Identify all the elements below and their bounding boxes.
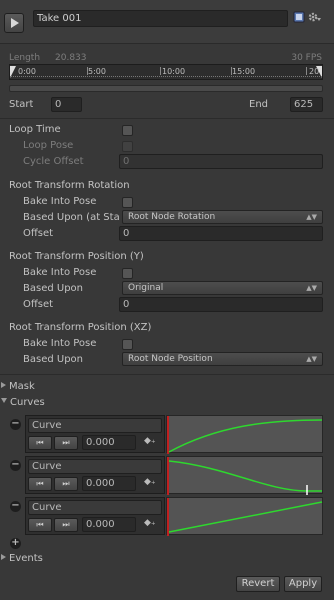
cycle-offset-label: Cycle Offset — [23, 156, 84, 167]
curve-value-field[interactable]: 0.000 — [82, 517, 136, 532]
position-y-offset-label: Offset — [23, 299, 54, 310]
end-label: End — [249, 99, 269, 110]
dropdown-arrow-icon: ▲▼ — [306, 355, 317, 363]
play-button[interactable] — [4, 13, 24, 33]
add-key-icon[interactable]: ◆₊ — [144, 436, 156, 446]
tick-divider — [87, 67, 88, 75]
curves-foldout[interactable]: Curves — [1, 397, 45, 408]
position-xz-based-upon-label: Based Upon — [23, 354, 83, 365]
curve-name-field[interactable]: Curve — [28, 459, 162, 474]
position-xz-based-upon-dropdown[interactable]: Root Node Position ▲▼ — [122, 352, 323, 366]
rotation-offset-label: Offset — [23, 228, 54, 239]
curve-preview[interactable] — [166, 456, 323, 495]
next-key-button[interactable]: ⏭ — [54, 436, 78, 450]
settings-gear-icon[interactable] — [307, 11, 321, 23]
position-y-bake-label: Bake Into Pose — [23, 267, 97, 278]
position-y-based-upon-label: Based Upon — [23, 283, 83, 294]
rotation-bake-label: Bake Into Pose — [23, 196, 97, 207]
position-y-bake-checkbox[interactable] — [122, 268, 133, 279]
root-position-y-title: Root Transform Position (Y) — [9, 251, 144, 262]
next-key-button[interactable]: ⏭ — [54, 518, 78, 532]
timeline-ruler[interactable]: 0:00 5:00 10:00 15:00 20 — [9, 64, 323, 80]
end-field[interactable]: 625 — [290, 97, 323, 112]
next-key-button[interactable]: ⏭ — [54, 477, 78, 491]
prev-key-button[interactable]: ⏮ — [28, 518, 52, 532]
tick-divider — [231, 67, 232, 75]
mask-foldout[interactable]: Mask — [1, 381, 35, 392]
rotation-based-upon-label: Based Upon (at Sta — [23, 212, 120, 223]
curve-name-field[interactable]: Curve — [28, 500, 162, 515]
divider — [0, 374, 334, 375]
position-xz-based-upon-value: Root Node Position — [128, 354, 213, 364]
apply-button[interactable]: Apply — [284, 576, 322, 592]
tick-label: 10:00 — [162, 67, 186, 76]
tick-divider — [160, 67, 161, 75]
curve-value-field[interactable]: 0.000 — [82, 476, 136, 491]
curve-line-graph — [167, 416, 323, 454]
loop-pose-checkbox[interactable] — [122, 141, 133, 152]
curve-value-field[interactable]: 0.000 — [82, 435, 136, 450]
root-position-xz-title: Root Transform Position (XZ) — [9, 322, 152, 333]
dropdown-arrow-icon: ▲▼ — [306, 213, 317, 221]
add-curve-button[interactable]: + — [10, 538, 21, 549]
curve-row: Curve ⏮ ⏭ 0.000 ◆₊ — [25, 456, 165, 494]
remove-curve-button[interactable]: − — [10, 501, 21, 512]
root-rotation-title: Root Transform Rotation — [9, 180, 130, 191]
curve-line-graph — [167, 498, 323, 536]
curve-preview[interactable] — [166, 415, 323, 454]
fps-label: 30 FPS — [291, 53, 322, 63]
curve-name-field[interactable]: Curve — [28, 418, 162, 433]
length-value: 20.833 — [55, 53, 87, 63]
revert-button[interactable]: Revert — [236, 576, 280, 592]
loop-time-checkbox[interactable] — [122, 125, 133, 136]
divider — [0, 118, 334, 119]
loop-time-label: Loop Time — [9, 124, 61, 135]
loop-pose-label: Loop Pose — [23, 140, 74, 151]
tick-marks — [10, 76, 322, 79]
tick-label: 15:00 — [232, 67, 256, 76]
length-label: Length — [9, 53, 41, 63]
position-xz-bake-checkbox[interactable] — [122, 339, 133, 350]
dropdown-arrow-icon: ▲▼ — [306, 284, 317, 292]
curve-preview[interactable] — [166, 497, 323, 536]
rotation-based-upon-dropdown[interactable]: Root Node Rotation ▲▼ — [122, 210, 323, 224]
cycle-offset-field[interactable]: 0 — [119, 154, 323, 169]
rotation-offset-field[interactable]: 0 — [119, 226, 323, 241]
rotation-bake-checkbox[interactable] — [122, 197, 133, 208]
tick-label: 0:00 — [18, 67, 36, 76]
tick-label: 5:00 — [88, 67, 106, 76]
remove-curve-button[interactable]: − — [10, 460, 21, 471]
position-y-based-upon-value: Original — [128, 283, 164, 293]
prev-key-button[interactable]: ⏮ — [28, 477, 52, 491]
clip-name-field[interactable]: Take 001 — [33, 10, 288, 27]
remove-curve-button[interactable]: − — [10, 419, 21, 430]
help-book-icon[interactable] — [293, 11, 305, 23]
position-y-based-upon-dropdown[interactable]: Original ▲▼ — [122, 281, 323, 295]
events-foldout[interactable]: Events — [1, 553, 43, 564]
add-key-icon[interactable]: ◆₊ — [144, 477, 156, 487]
play-icon — [11, 18, 19, 28]
prev-key-button[interactable]: ⏮ — [28, 436, 52, 450]
start-field[interactable]: 0 — [51, 97, 82, 112]
add-key-icon[interactable]: ◆₊ — [144, 518, 156, 528]
position-xz-bake-label: Bake Into Pose — [23, 338, 97, 349]
timeline-scrollbar[interactable] — [9, 85, 323, 92]
position-y-offset-field[interactable]: 0 — [119, 297, 323, 312]
tick-divider — [306, 67, 307, 75]
tick-label: 20 — [309, 67, 320, 76]
curve-row: Curve ⏮ ⏭ 0.000 ◆₊ — [25, 497, 165, 535]
rotation-based-upon-value: Root Node Rotation — [128, 212, 216, 222]
curve-row: Curve ⏮ ⏭ 0.000 ◆₊ — [25, 415, 165, 453]
curve-line-graph — [167, 457, 322, 495]
start-label: Start — [9, 99, 34, 110]
